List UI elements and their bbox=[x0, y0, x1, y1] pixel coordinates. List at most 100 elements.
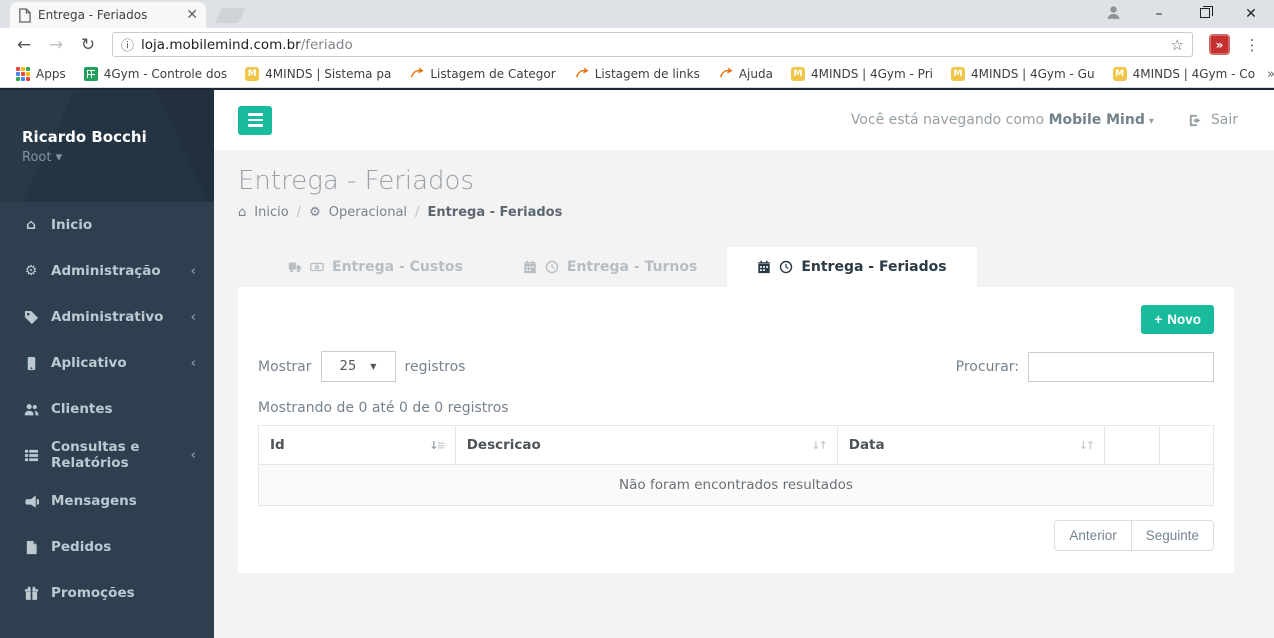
tab-entrega-turnos[interactable]: Entrega - Turnos bbox=[493, 247, 727, 287]
truck-icon bbox=[288, 262, 302, 273]
bookmark-apps[interactable]: Apps bbox=[10, 67, 72, 81]
home-icon: ⌂ bbox=[238, 205, 247, 220]
sidebar-item-mensagens[interactable]: Mensagens bbox=[0, 478, 214, 524]
breadcrumb-separator: / bbox=[296, 205, 302, 220]
bookmark-star-icon[interactable]: ☆ bbox=[1171, 36, 1184, 54]
m-badge-icon: M bbox=[950, 67, 965, 81]
sidebar-toggle-button[interactable] bbox=[238, 105, 272, 135]
gift-icon bbox=[22, 586, 40, 601]
bookmark-item[interactable]: Listagem de Categor bbox=[403, 65, 561, 83]
bookmark-label: 4MINDS | 4Gym - Co bbox=[1132, 67, 1256, 81]
browser-tab[interactable]: Entrega - Feriados ✕ bbox=[10, 2, 206, 28]
reload-button[interactable]: ↻ bbox=[74, 35, 102, 55]
list-icon bbox=[22, 448, 40, 463]
bookmark-item[interactable]: M 4MINDS | 4Gym - Co bbox=[1107, 67, 1261, 81]
sidebar-item-label: Clientes bbox=[51, 401, 113, 417]
browser-profile-icon[interactable] bbox=[1090, 4, 1136, 25]
sidebar-profile: Ricardo Bocchi Root ▾ bbox=[0, 90, 214, 202]
back-button[interactable]: ← bbox=[10, 35, 38, 55]
sort-icon: ↓≡ bbox=[429, 438, 446, 452]
column-header-actions bbox=[1104, 425, 1160, 465]
plus-icon: + bbox=[1154, 312, 1163, 327]
impersonated-user: Mobile Mind bbox=[1048, 112, 1145, 128]
clock-icon bbox=[780, 260, 793, 274]
pagination: Anterior Seguinte bbox=[258, 520, 1214, 551]
forward-button[interactable]: → bbox=[42, 35, 70, 55]
table-controls: Mostrar 25 ▼ registros Procurar: bbox=[258, 351, 1214, 382]
breadcrumb-section[interactable]: Operacional bbox=[329, 205, 407, 220]
bookmark-item[interactable]: M 4MINDS | 4Gym - Gu bbox=[945, 67, 1101, 81]
column-header-descricao[interactable]: Descricao ↓↑ bbox=[454, 425, 838, 465]
bookmark-label: 4MINDS | 4Gym - Gu bbox=[970, 67, 1095, 81]
sidebar-item-label: Pedidos bbox=[51, 539, 112, 555]
file-icon bbox=[22, 540, 40, 555]
user-role-dropdown[interactable]: Root ▾ bbox=[22, 150, 214, 165]
gears-icon: ⚙ bbox=[309, 205, 321, 220]
sidebar-item-promocoes[interactable]: Promoções bbox=[0, 570, 214, 616]
sidebar-item-label: Consultas e Relatórios bbox=[51, 439, 140, 471]
search-input[interactable] bbox=[1028, 351, 1214, 382]
column-label: Id bbox=[270, 437, 285, 453]
breadcrumb-home[interactable]: Inicio bbox=[254, 205, 288, 220]
bookmark-item[interactable]: 4Gym - Controle dos bbox=[78, 67, 233, 81]
bookmark-item[interactable]: M 4MINDS | Sistema pa bbox=[239, 67, 397, 81]
bookmark-label: Ajuda bbox=[738, 67, 773, 81]
browser-tabstrip: Entrega - Feriados ✕ – ✕ bbox=[0, 0, 1274, 28]
breadcrumb-current: Entrega - Feriados bbox=[427, 205, 563, 220]
column-label: Descricao bbox=[466, 437, 541, 453]
tab-bar: Entrega - Custos Entrega - Turnos Entreg… bbox=[258, 247, 1234, 287]
home-icon: ⌂ bbox=[25, 217, 37, 233]
bookmark-item[interactable]: M 4MINDS | 4Gym - Pri bbox=[785, 67, 939, 81]
chevron-left-icon: ‹ bbox=[190, 263, 196, 279]
tab-entrega-custos[interactable]: Entrega - Custos bbox=[258, 247, 493, 287]
sidebar-item-inicio[interactable]: ⌂ Inicio bbox=[0, 202, 214, 248]
sidebar-item-pedidos[interactable]: Pedidos bbox=[0, 524, 214, 570]
tab-panel: + Novo Mostrar 25 ▼ registros Procurar: bbox=[238, 287, 1234, 573]
signout-button[interactable]: Sair bbox=[1188, 112, 1238, 128]
sort-icon: ↓↑ bbox=[811, 438, 828, 452]
next-page-button[interactable]: Seguinte bbox=[1130, 520, 1214, 551]
column-label: Data bbox=[848, 437, 885, 453]
previous-page-button[interactable]: Anterior bbox=[1054, 520, 1132, 551]
impersonation-dropdown[interactable]: Você está navegando como Mobile Mind ▾ bbox=[851, 112, 1154, 128]
bookmark-label: 4MINDS | 4Gym - Pri bbox=[810, 67, 933, 81]
bookmarks-bar: Apps 4Gym - Controle dos M 4MINDS | Siste… bbox=[0, 61, 1274, 88]
url-path: /feriado bbox=[300, 36, 353, 53]
sidebar-item-administrativo[interactable]: Administrativo ‹ bbox=[0, 294, 214, 340]
column-header-data[interactable]: Data ↓↑ bbox=[836, 425, 1106, 465]
window-restore-button[interactable] bbox=[1182, 6, 1228, 22]
tab-entrega-feriados[interactable]: Entrega - Feriados bbox=[727, 247, 977, 287]
bookmarks-overflow-icon[interactable]: » bbox=[1267, 67, 1274, 82]
page-icon bbox=[19, 7, 31, 23]
main-area: Você está navegando como Mobile Mind ▾ Sa… bbox=[214, 90, 1274, 638]
sidebar-item-administracao[interactable]: ⚙ Administração ‹ bbox=[0, 248, 214, 294]
window-close-button[interactable]: ✕ bbox=[1228, 6, 1274, 22]
column-header-actions bbox=[1158, 425, 1215, 465]
address-bar[interactable]: ⓘ loja.mobilemind.com.br/feriado ☆ bbox=[112, 32, 1193, 57]
user-role: Root bbox=[22, 150, 52, 165]
sidebar-item-label: Mensagens bbox=[51, 493, 137, 509]
sidebar-item-aplicativo[interactable]: Aplicativo ‹ bbox=[0, 340, 214, 386]
new-tab-button[interactable] bbox=[214, 8, 246, 23]
top-navbar: Você está navegando como Mobile Mind ▾ Sa… bbox=[214, 90, 1274, 150]
browser-menu-icon[interactable]: ⋮ bbox=[1240, 36, 1264, 54]
clock-icon bbox=[545, 260, 559, 274]
mobile-icon bbox=[22, 356, 40, 371]
sidebar-item-clientes[interactable]: Clientes bbox=[0, 386, 214, 432]
window-minimize-button[interactable]: – bbox=[1136, 6, 1182, 22]
extension-icon[interactable]: » bbox=[1209, 34, 1230, 55]
site-info-icon[interactable]: ⓘ bbox=[121, 35, 134, 54]
sidebar-item-consultas[interactable]: Consultas e Relatórios ‹ bbox=[0, 432, 214, 478]
url-text: loja.mobilemind.com.br/feriado bbox=[141, 37, 1164, 53]
tab-label: Entrega - Feriados bbox=[801, 259, 947, 275]
column-header-id[interactable]: Id ↓≡ bbox=[258, 425, 456, 465]
bullhorn-icon bbox=[22, 494, 40, 509]
chevron-left-icon: ‹ bbox=[190, 309, 196, 325]
novo-button[interactable]: + Novo bbox=[1141, 305, 1214, 334]
search-label: Procurar: bbox=[955, 358, 1019, 375]
page-size-select[interactable]: 25 ▼ bbox=[320, 351, 396, 382]
bookmark-item[interactable]: Ajuda bbox=[712, 65, 779, 83]
bookmark-item[interactable]: Listagem de links bbox=[568, 65, 706, 83]
tab-close-icon[interactable]: ✕ bbox=[186, 8, 198, 22]
curved-arrow-icon bbox=[718, 65, 733, 83]
